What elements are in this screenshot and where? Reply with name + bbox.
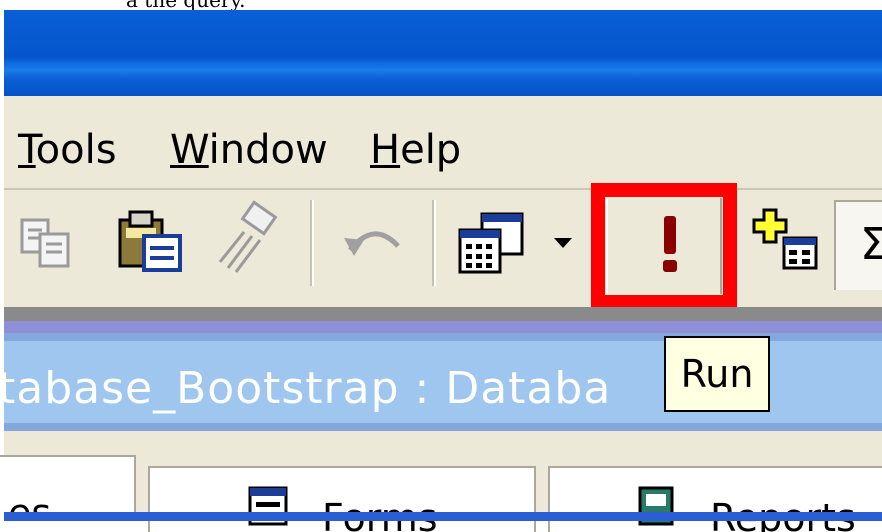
totals-icon: Σ — [860, 219, 882, 270]
undo-icon[interactable] — [340, 216, 406, 272]
tab-reports[interactable]: Reports — [548, 466, 882, 532]
run-tooltip: Run — [664, 336, 770, 412]
menu-tools[interactable]: Tools — [18, 126, 117, 174]
format-painter-icon[interactable] — [212, 200, 292, 280]
paste-icon[interactable] — [116, 206, 186, 276]
menu-window-hotkey: W — [170, 127, 209, 173]
title-bar — [4, 10, 882, 96]
view-dropdown-icon[interactable] — [554, 238, 572, 250]
toolbar-separator — [432, 200, 436, 286]
menu-help[interactable]: Help — [370, 126, 461, 174]
caption-fragment: a the query. — [0, 0, 882, 10]
menu-tools-hotkey: T — [18, 127, 36, 173]
menu-help-label: elp — [400, 127, 462, 173]
copy-icon[interactable] — [18, 216, 74, 272]
menu-help-hotkey: H — [370, 127, 401, 173]
mdi-purple-band — [4, 321, 882, 333]
new-object-icon[interactable] — [752, 208, 822, 274]
menu-window[interactable]: Window — [170, 126, 328, 174]
database-window-title: tabase_Bootstrap : Databa — [4, 363, 612, 414]
mdi-gray-band — [4, 307, 882, 321]
bottom-blue-edge — [4, 512, 882, 521]
toolbar-separator — [310, 200, 314, 286]
totals-button[interactable]: Σ — [834, 200, 882, 290]
caption-text: a the query. — [126, 0, 245, 10]
view-icon[interactable] — [456, 210, 526, 276]
menu-tools-label: ools — [35, 127, 117, 173]
tab-forms[interactable]: Forms — [148, 466, 536, 532]
menu-bar: Tools Window Help — [4, 100, 882, 188]
menu-window-label: indow — [208, 127, 328, 173]
tooltip-text: Run — [680, 352, 754, 396]
run-highlight-box — [591, 183, 737, 309]
